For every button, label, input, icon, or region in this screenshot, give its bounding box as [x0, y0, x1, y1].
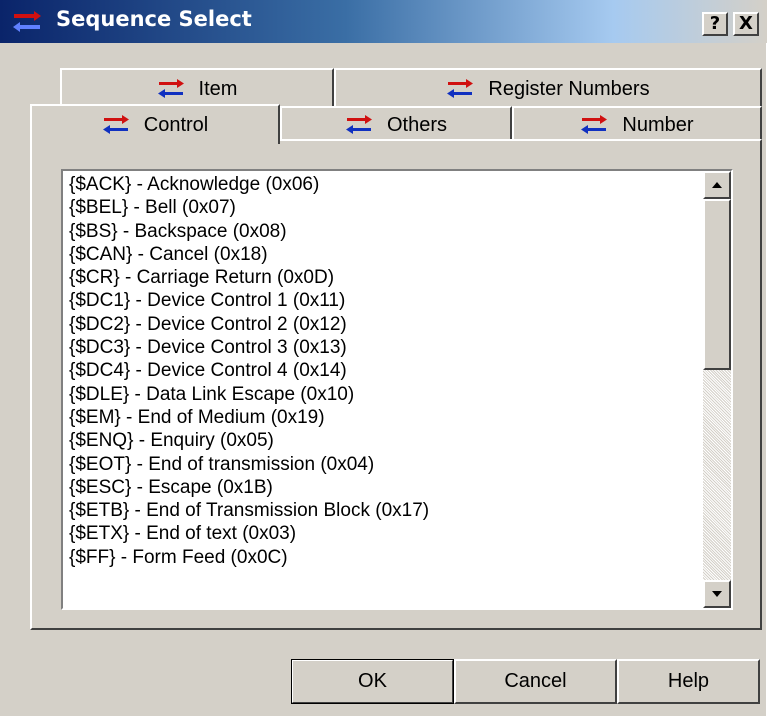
cancel-button[interactable]: Cancel: [454, 659, 617, 704]
arrow-down-icon: [712, 591, 722, 597]
sequence-arrows-icon: [345, 115, 372, 134]
close-title-button[interactable]: X: [733, 12, 759, 36]
help-button[interactable]: Help: [617, 659, 760, 704]
list-item[interactable]: {$ESC} - Escape (0x1B): [69, 476, 699, 499]
sequence-arrows-icon: [447, 79, 474, 98]
tab-label: Others: [386, 113, 448, 136]
sequence-arrows-icon: [102, 115, 129, 134]
sequence-select-dialog: Sequence Select ? X Item Register Number…: [0, 0, 767, 716]
sequence-listbox[interactable]: {$ACK} - Acknowledge (0x06) {$BEL} - Bel…: [61, 169, 733, 610]
list-item[interactable]: {$DC4} - Device Control 4 (0x14): [69, 359, 699, 382]
sequence-arrows-icon: [13, 11, 41, 32]
help-title-button[interactable]: ?: [702, 12, 728, 36]
tab-label: Register Numbers: [488, 77, 650, 100]
sequence-arrows-icon: [157, 79, 184, 98]
title-bar[interactable]: Sequence Select ? X: [0, 0, 767, 43]
tab-register-numbers[interactable]: Register Numbers: [334, 68, 762, 108]
tab-item[interactable]: Item: [60, 68, 334, 108]
scroll-thumb[interactable]: [703, 199, 731, 370]
tab-label: Item: [198, 77, 238, 100]
list-item[interactable]: {$DC2} - Device Control 2 (0x12): [69, 313, 699, 336]
tab-label: Number: [622, 113, 694, 136]
arrow-up-icon: [712, 182, 722, 188]
sequence-arrows-icon: [581, 115, 608, 134]
window-title: Sequence Select: [56, 7, 252, 31]
tab-label: Control: [143, 113, 209, 136]
ok-button[interactable]: OK: [291, 659, 454, 704]
sequence-list: {$ACK} - Acknowledge (0x06) {$BEL} - Bel…: [69, 173, 699, 569]
list-item[interactable]: {$BEL} - Bell (0x07): [69, 196, 699, 219]
list-item[interactable]: {$ENQ} - Enquiry (0x05): [69, 429, 699, 452]
list-item[interactable]: {$ETX} - End of text (0x03): [69, 522, 699, 545]
scroll-down-button[interactable]: [703, 580, 731, 608]
list-item[interactable]: {$CAN} - Cancel (0x18): [69, 243, 699, 266]
list-item[interactable]: {$DC3} - Device Control 3 (0x13): [69, 336, 699, 359]
vertical-scrollbar[interactable]: [703, 171, 731, 608]
list-item[interactable]: {$EM} - End of Medium (0x19): [69, 406, 699, 429]
list-item[interactable]: {$BS} - Backspace (0x08): [69, 220, 699, 243]
list-item[interactable]: {$FF} - Form Feed (0x0C): [69, 546, 699, 569]
list-item[interactable]: {$EOT} - End of transmission (0x04): [69, 453, 699, 476]
list-item[interactable]: {$ACK} - Acknowledge (0x06): [69, 173, 699, 196]
tab-number[interactable]: Number: [512, 106, 762, 142]
scroll-up-button[interactable]: [703, 171, 731, 199]
list-item[interactable]: {$DLE} - Data Link Escape (0x10): [69, 383, 699, 406]
list-item[interactable]: {$ETB} - End of Transmission Block (0x17…: [69, 499, 699, 522]
tab-control[interactable]: Control: [30, 104, 280, 144]
list-item[interactable]: {$CR} - Carriage Return (0x0D): [69, 266, 699, 289]
list-item[interactable]: {$DC1} - Device Control 1 (0x11): [69, 289, 699, 312]
tab-others[interactable]: Others: [280, 106, 512, 142]
